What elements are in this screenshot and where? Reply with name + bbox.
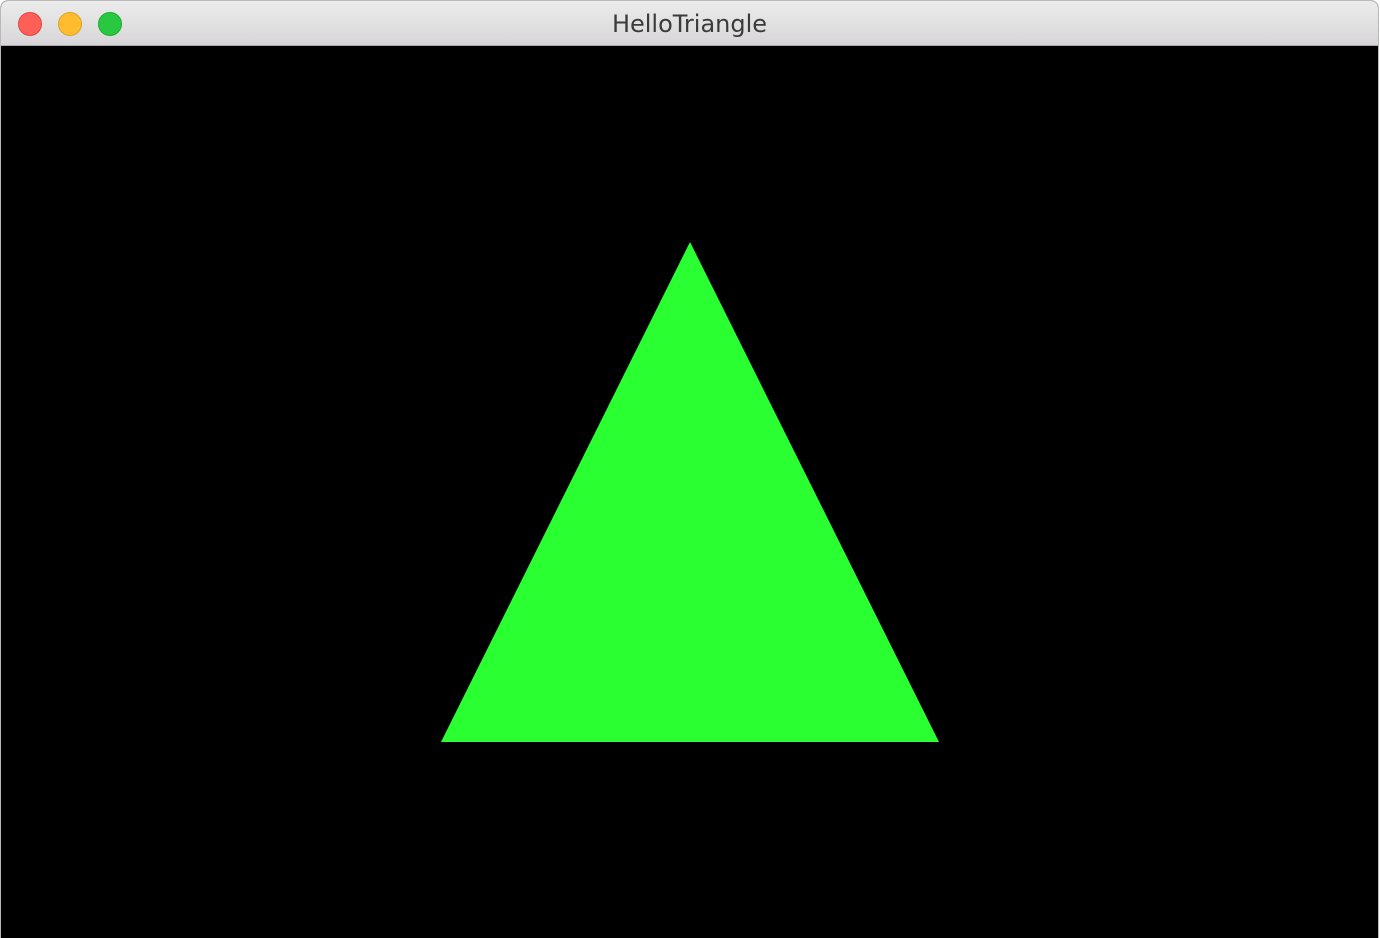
app-window: HelloTriangle: [1, 1, 1378, 938]
render-viewport: [1, 46, 1378, 938]
viewport-svg: [1, 46, 1378, 938]
window-title: HelloTriangle: [611, 10, 768, 38]
title-bar[interactable]: HelloTriangle: [1, 1, 1378, 46]
